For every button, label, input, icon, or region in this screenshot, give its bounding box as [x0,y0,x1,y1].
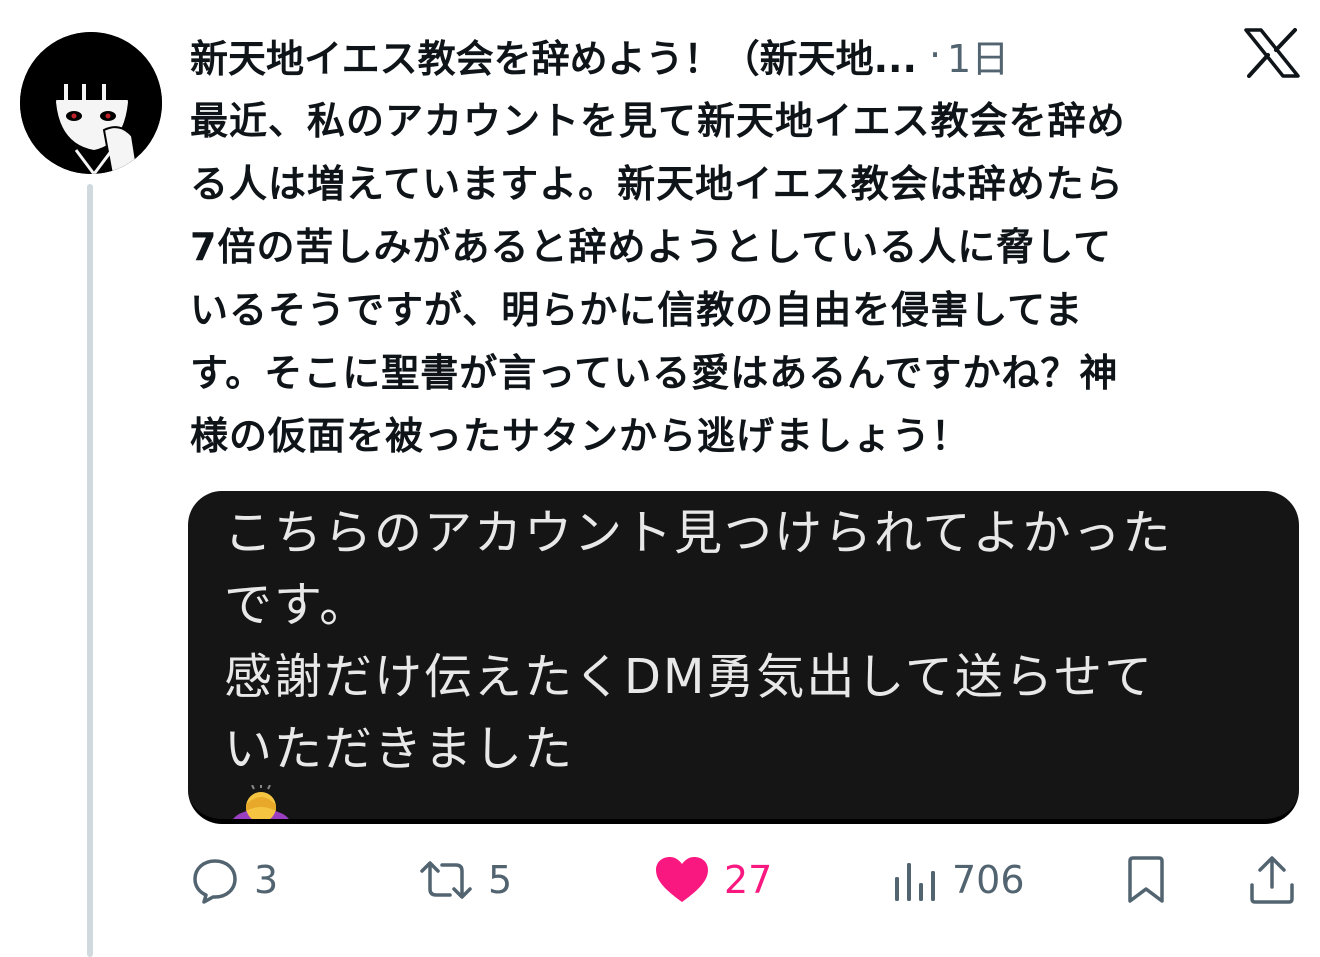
post-text-line: る人は増えていますよ。新天地イエス教会は辞めたら [190,162,1124,206]
post-text-line: 7倍の苦しみがあると辞めようとしている人に脅して [190,225,1113,269]
attached-image[interactable]: こちらのアカウント見つけられてよかった です。 感謝だけ伝えたくDM勇気出して送… [188,491,1299,824]
author-name[interactable]: 新天地イエス教会を辞めよう！（新天地... [190,28,917,83]
views-count: 706 [952,858,1025,902]
post-timestamp[interactable]: 1日 [947,28,1009,83]
share-button[interactable] [1248,850,1296,910]
reply-button[interactable]: 3 [190,850,278,910]
reply-count: 3 [254,858,279,902]
repost-button[interactable]: 5 [418,850,512,910]
post-text-line: 様の仮面を被ったサタンから逃げましょう！ [190,414,971,458]
image-text-line-with-emoji: いただきました [224,713,1284,819]
post-text-line: す。そこに聖書が言っている愛はあるんですかね？神 [190,351,1119,395]
post-header: 新天地イエス教会を辞めよう！（新天地... · 1日 [190,28,1230,82]
bookmark-icon [1124,855,1168,905]
reply-icon [190,855,240,905]
author-avatar[interactable] [20,32,162,174]
x-logo-icon [1244,28,1300,78]
image-text-line: 感謝だけ伝えたくDM勇気出して送らせて [224,649,1154,705]
like-button[interactable]: 27 [654,850,772,910]
repost-count: 5 [488,858,513,902]
post-text-line: 最近、私のアカウントを見て新天地イエス教会を辞め [190,99,1126,143]
post-text: 最近、私のアカウントを見て新天地イエス教会を辞め る人は増えていますよ。新天地イ… [190,90,1290,468]
image-text-line: です。 [224,577,370,633]
image-text-line: いただきました [224,721,575,777]
views-button[interactable]: 706 [892,850,1025,910]
thread-line [87,184,93,957]
image-text: こちらのアカウント見つけられてよかった です。 感謝だけ伝えたくDM勇気出して送… [224,497,1284,819]
image-text-line: こちらのアカウント見つけられてよかった [224,505,1173,561]
views-icon [892,855,938,905]
header-separator: · [928,33,942,77]
repost-icon [418,855,474,905]
post-actions: 3 5 27 706 [0,850,1320,910]
post-text-line: いるそうですが、明らかに信教の自由を侵害してま [190,288,1084,332]
bookmark-button[interactable] [1124,850,1168,910]
person-bowing-emoji [228,784,294,819]
like-count: 27 [724,858,773,902]
share-icon [1248,855,1296,905]
heart-icon [654,855,710,905]
